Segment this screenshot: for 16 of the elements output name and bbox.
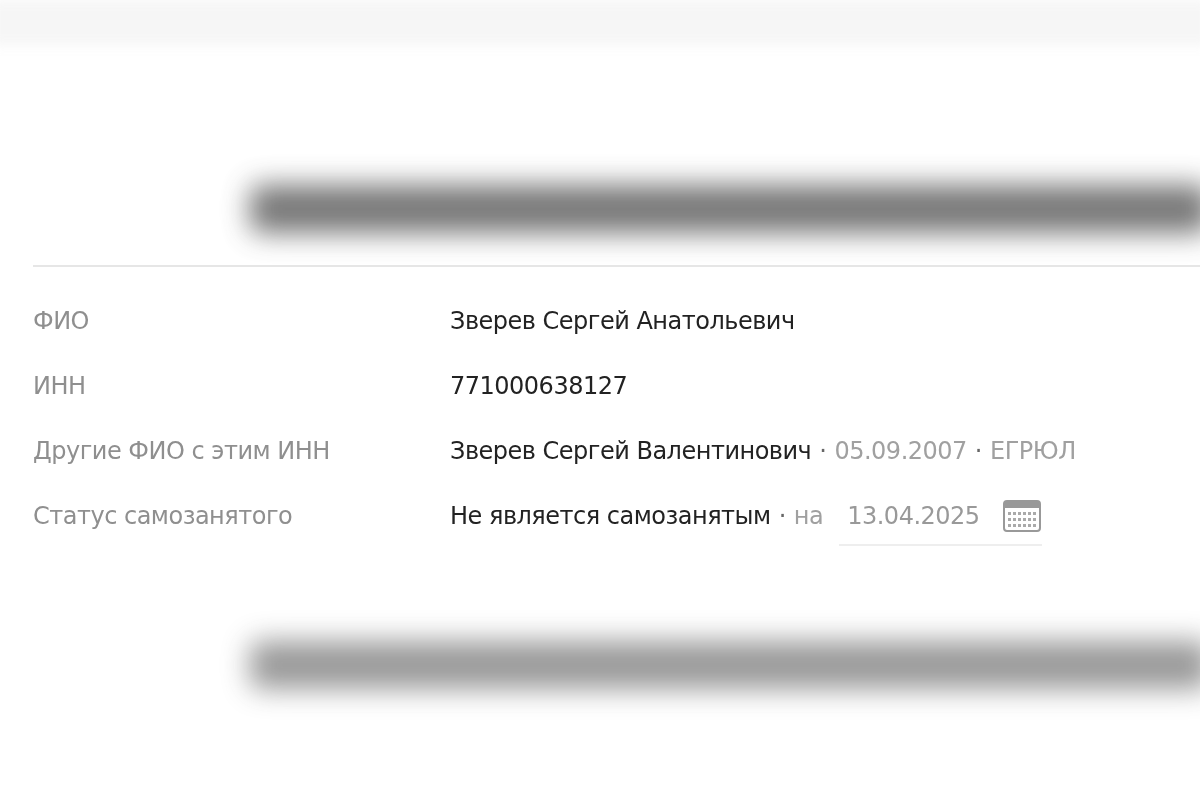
secondary-text: на	[793, 501, 824, 532]
separator-dot: ·	[974, 436, 982, 467]
field-label: Статус самозанятого	[33, 501, 294, 532]
field-label: ФИО	[33, 306, 90, 337]
date-field[interactable]: 13.04.2025	[839, 498, 1042, 546]
secondary-text: 05.09.2007	[834, 436, 967, 467]
secondary-text: ЕГРЮЛ	[990, 436, 1076, 467]
field-value: Зверев Сергей Валентинович	[450, 436, 812, 467]
separator-dot: ·	[778, 501, 786, 532]
field-label: Другие ФИО с этим ИНН	[33, 436, 331, 467]
field-label: ИНН	[33, 371, 87, 402]
field-value: Не является самозанятым	[450, 501, 771, 532]
field-value: 771000638127	[450, 371, 628, 402]
separator-dot: ·	[819, 436, 827, 467]
field-value: Зверев Сергей Анатольевич	[450, 306, 795, 337]
calendar-icon[interactable]	[1001, 499, 1042, 533]
